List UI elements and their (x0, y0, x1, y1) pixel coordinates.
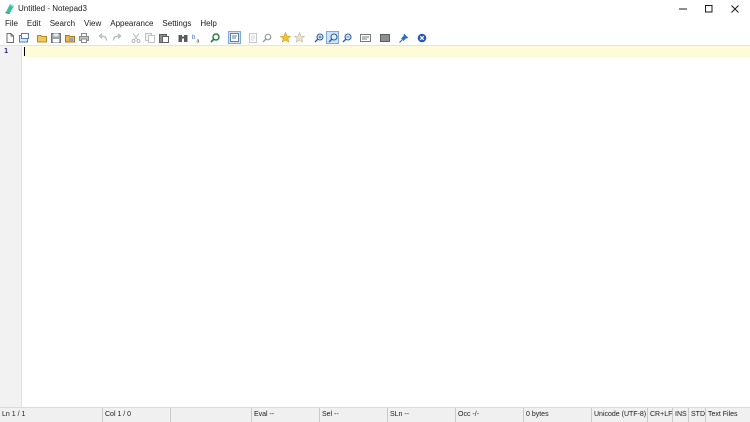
schema-icon (360, 33, 371, 42)
text-area[interactable] (23, 46, 750, 407)
add-favorite-icon (280, 32, 291, 43)
pin-on-top-icon (398, 33, 408, 43)
svg-text:a: a (196, 38, 199, 43)
zoom-out-button[interactable] (340, 31, 353, 44)
status-encoding[interactable]: Unicode (UTF-8) (592, 408, 648, 422)
menu-file[interactable]: File (0, 18, 22, 30)
add-favorite-button[interactable] (279, 31, 292, 44)
exit-icon (417, 33, 426, 42)
zoom-in-button[interactable] (312, 31, 325, 44)
status-line-endings[interactable]: CR+LF (648, 408, 673, 422)
find-button[interactable] (176, 31, 189, 44)
undo-button[interactable] (96, 31, 109, 44)
toolbar: ba (0, 30, 750, 45)
notepad3-app-icon (5, 4, 14, 14)
exit-button[interactable] (415, 31, 428, 44)
word-wrap-button[interactable] (228, 31, 241, 44)
replace-icon: ba (192, 35, 200, 43)
new-file-icon (6, 32, 14, 43)
word-wrap-icon (230, 33, 239, 42)
customize-button[interactable] (378, 31, 391, 44)
menu-bar: File Edit Search View Appearance Setting… (0, 18, 750, 30)
paste-icon (158, 33, 169, 43)
menu-help[interactable]: Help (195, 18, 220, 30)
undo-icon (98, 32, 107, 41)
cut-button[interactable] (129, 31, 142, 44)
browse-folder-button[interactable] (35, 31, 48, 44)
find-icon (178, 34, 187, 42)
find-in-files-button[interactable] (208, 31, 221, 44)
status-column[interactable]: Col 1 / 0 (103, 408, 171, 422)
zoom-text-icon (262, 33, 271, 42)
new-file-button[interactable] (3, 31, 16, 44)
notepad3-window: Untitled - Notepad3 File Edit Search Vie… (0, 0, 750, 422)
svg-text:b: b (192, 35, 196, 41)
open-file-icon (18, 32, 29, 42)
status-file-size[interactable]: 0 bytes (524, 408, 592, 422)
copy-button[interactable] (143, 31, 156, 44)
print-icon (78, 32, 89, 43)
text-caret (24, 47, 25, 56)
status-spacer (171, 408, 252, 422)
redo-icon (112, 32, 121, 41)
window-title: Untitled - Notepad3 (18, 4, 87, 13)
find-in-files-icon (209, 32, 220, 43)
favorites-button[interactable] (293, 31, 306, 44)
open-file-button[interactable] (17, 31, 30, 44)
title-bar[interactable]: Untitled - Notepad3 (0, 0, 750, 18)
favorites-icon (294, 32, 305, 43)
save-as-button[interactable] (63, 31, 76, 44)
zoom-out-icon (342, 32, 352, 42)
line-number-gutter[interactable]: 1 (0, 46, 22, 407)
pin-on-top-button[interactable] (397, 31, 410, 44)
status-insert-mode[interactable]: INS (673, 408, 689, 422)
editor[interactable]: 1 (0, 45, 750, 407)
status-eval[interactable]: Eval -- (252, 408, 320, 422)
save-as-icon (64, 34, 75, 42)
status-occurrences[interactable]: Occ -/- (456, 408, 524, 422)
status-line[interactable]: Ln 1 / 1 (0, 408, 103, 422)
line-number: 1 (4, 47, 9, 55)
replace-button[interactable]: ba (190, 31, 203, 44)
save-icon (50, 32, 61, 43)
status-selection[interactable]: Sel -- (320, 408, 388, 422)
menu-appearance[interactable]: Appearance (105, 18, 157, 30)
toggle-view-icon (248, 32, 257, 43)
status-lexer[interactable]: Text Files (706, 408, 750, 422)
save-button[interactable] (49, 31, 62, 44)
status-selected-lines[interactable]: SLn -- (388, 408, 456, 422)
toggle-view-button[interactable] (246, 31, 259, 44)
status-bar: Ln 1 / 1 Col 1 / 0 Eval -- Sel -- SLn --… (0, 407, 750, 422)
zoom-text-button[interactable] (260, 31, 273, 44)
reset-zoom-icon (328, 32, 338, 42)
menu-search[interactable]: Search (45, 18, 79, 30)
close-button[interactable] (720, 0, 750, 18)
schema-button[interactable] (359, 31, 372, 44)
reset-zoom-button[interactable] (326, 31, 339, 44)
zoom-in-icon (314, 32, 324, 42)
menu-view[interactable]: View (79, 18, 105, 30)
browse-folder-icon (36, 34, 47, 42)
print-button[interactable] (77, 31, 90, 44)
close-icon (731, 5, 739, 13)
customize-icon (379, 33, 390, 42)
maximize-icon (705, 5, 713, 13)
menu-settings[interactable]: Settings (157, 18, 195, 30)
cut-icon (131, 32, 140, 43)
status-mode[interactable]: STD (689, 408, 706, 422)
redo-button[interactable] (110, 31, 123, 44)
menu-edit[interactable]: Edit (22, 18, 45, 30)
minimize-icon (679, 8, 687, 10)
paste-button[interactable] (157, 31, 170, 44)
copy-icon (144, 32, 155, 43)
